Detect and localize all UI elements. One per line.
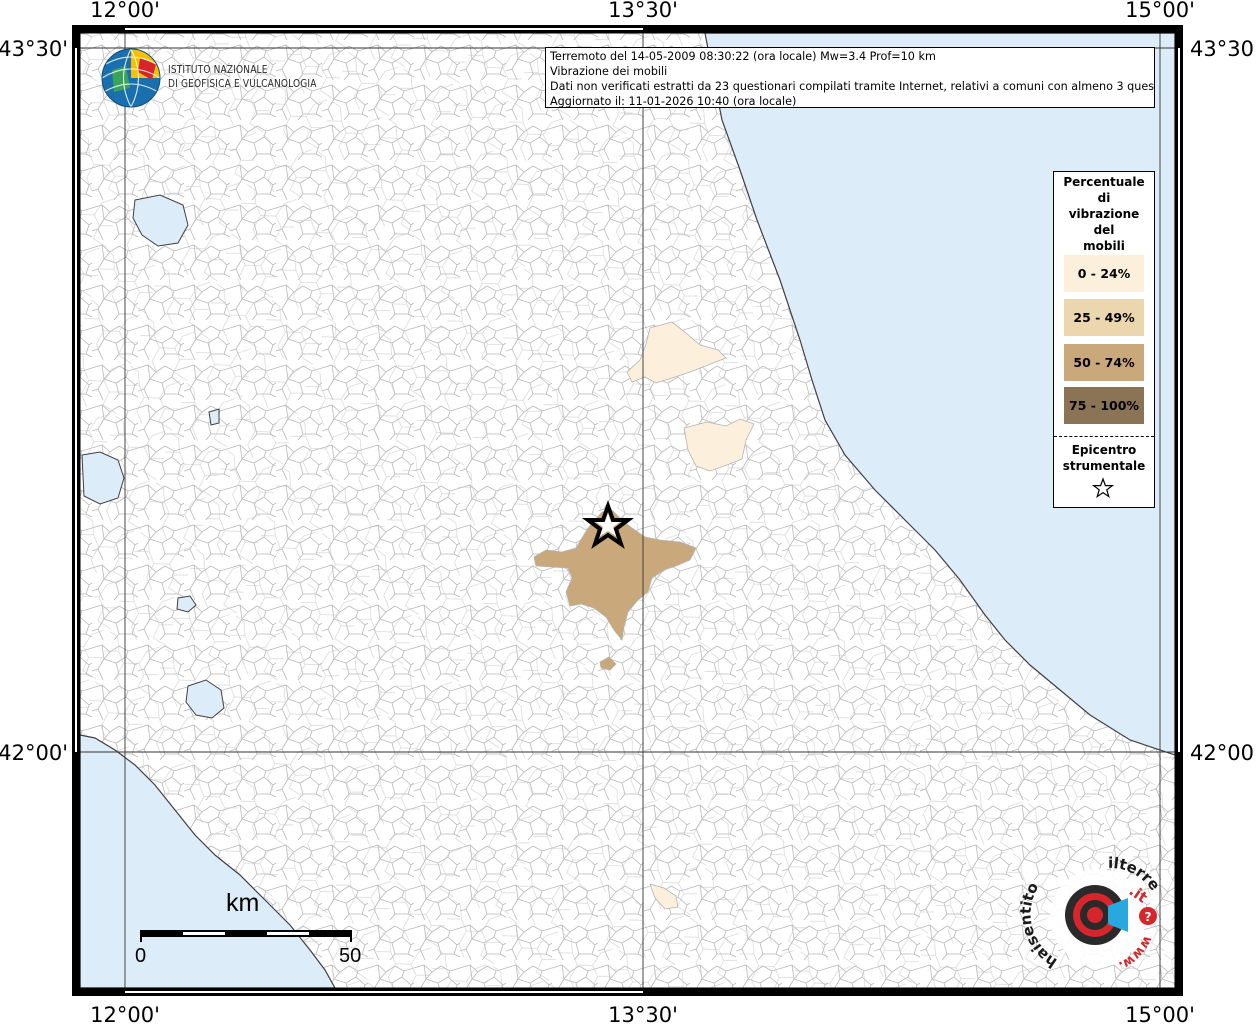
coord-top-13-30: 13°30' — [608, 0, 678, 22]
legend-title-line: vibrazione — [1068, 207, 1140, 221]
coord-top-12-00: 12°00' — [90, 0, 160, 22]
legend-epicenter-label: Epicentro strumentale — [1054, 442, 1154, 474]
svg-text:?: ? — [1145, 910, 1152, 924]
ingv-globe-icon — [101, 48, 161, 108]
coord-right-43-30: 43°30' — [1190, 37, 1256, 61]
legend-title-line: di — [1097, 191, 1111, 205]
info-event-line: Terremoto del 14-05-2009 08:30:22 (ora l… — [550, 50, 936, 63]
legend-title-line: del — [1093, 223, 1115, 237]
legend-item-75-100: 75 - 100% — [1064, 387, 1144, 424]
legend-title-line: mobili — [1083, 239, 1125, 253]
coord-top-15-00: 15°00' — [1125, 0, 1195, 22]
info-parameter-line: Vibrazione dei mobili — [550, 65, 668, 78]
intensity-map: 12°00' 13°30' 15°00' 12°00' 13°30' 15°00… — [0, 0, 1256, 1024]
coord-left-42-00: 42°00' — [0, 741, 68, 765]
legend-epicenter-line: Epicentro — [1071, 443, 1137, 457]
ingv-logo-line1: ISTITUTO NAZIONALE — [168, 63, 268, 76]
scale-unit-label: km — [226, 889, 260, 917]
legend-separator — [1054, 436, 1154, 437]
legend-epicenter-line: strumentale — [1062, 459, 1146, 473]
lake-piediluco — [208, 408, 220, 426]
legend-star-icon — [1092, 477, 1114, 499]
legend-item-0-24: 0 - 24% — [1064, 255, 1144, 292]
scale-max-label: 50 — [339, 945, 362, 967]
coord-bottom-12-00: 12°00' — [90, 1003, 160, 1024]
legend-item-25-49: 25 - 49% — [1064, 299, 1144, 336]
earthquake-info-box: Terremoto del 14-05-2009 08:30:22 (ora l… — [545, 47, 1155, 108]
ingv-logo-line2: DI GEOFISICA E VULCANOLOGIA — [168, 77, 317, 90]
lake-bolsena — [81, 451, 125, 505]
ingv-logo-text: ISTITUTO NAZIONALE DI GEOFISICA E VULCAN… — [168, 63, 317, 91]
coord-left-43-30: 43°30' — [0, 37, 68, 61]
coord-bottom-15-00: 15°00' — [1125, 1003, 1195, 1024]
scale-min-label: 0 — [135, 945, 147, 967]
legend-title-line: Percentuale — [1063, 175, 1145, 189]
legend-title: Percentuale di vibrazione del mobili — [1054, 174, 1154, 254]
legend: Percentuale di vibrazione del mobili 0 -… — [1053, 171, 1155, 508]
coord-bottom-13-30: 13°30' — [608, 1003, 678, 1024]
coord-right-42-00: 42°00' — [1190, 741, 1256, 765]
info-updated-line: Aggiornato il: 11-01-2026 10:40 (ora loc… — [550, 95, 797, 108]
legend-item-50-74: 50 - 74% — [1064, 344, 1144, 381]
info-data-note-line: Dati non verificati estratti da 23 quest… — [550, 80, 1155, 93]
